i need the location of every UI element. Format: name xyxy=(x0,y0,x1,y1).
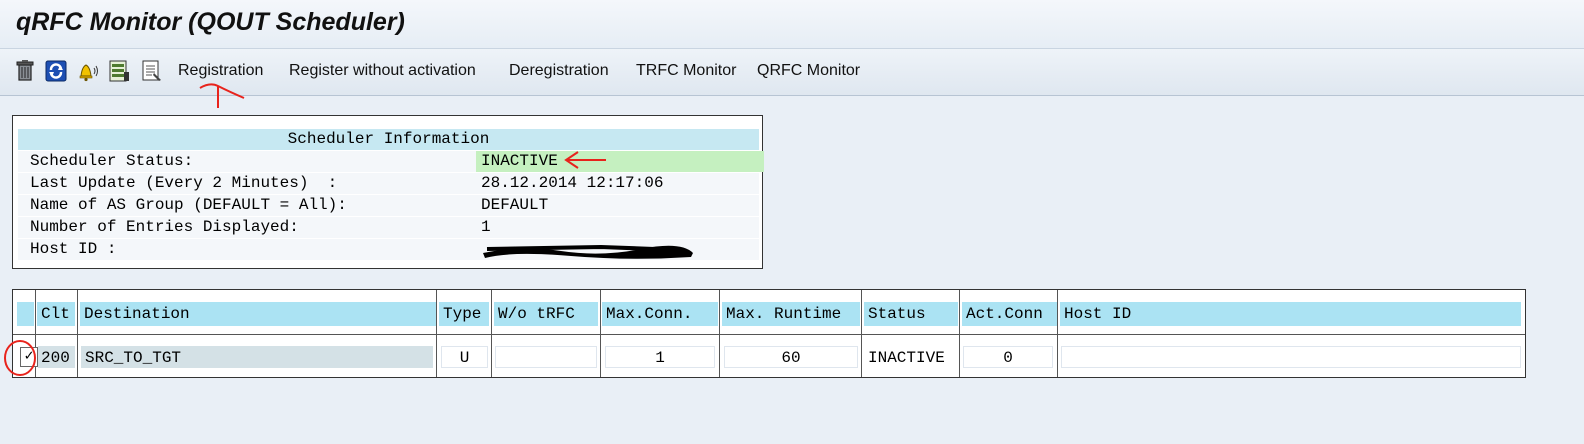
column-header-destination[interactable]: Destination xyxy=(80,302,436,326)
window-title: qRFC Monitor (QOUT Scheduler) xyxy=(16,8,405,36)
annotation-arrow-status xyxy=(564,151,606,169)
refresh-icon[interactable] xyxy=(43,58,69,84)
column-header-wo-trfc[interactable]: W/o tRFC xyxy=(494,302,598,326)
cell-destination[interactable]: SRC_TO_TGT xyxy=(81,346,433,368)
alert-bell-icon[interactable] xyxy=(74,58,100,84)
as-group-value: DEFAULT xyxy=(481,196,549,214)
annotation-arrow-registration xyxy=(199,83,245,108)
column-header-host-id[interactable]: Host ID xyxy=(1060,302,1521,326)
as-group-label: Name of AS Group (DEFAULT = All): xyxy=(30,196,347,214)
entries-displayed-label: Number of Entries Displayed: xyxy=(30,218,299,236)
cell-status: INACTIVE xyxy=(865,346,957,368)
select-column-header[interactable] xyxy=(17,302,34,326)
list-detail-icon[interactable] xyxy=(106,58,132,84)
cell-type[interactable]: U xyxy=(441,346,488,368)
registration-button[interactable]: Registration xyxy=(178,62,263,80)
host-id-row: Host ID : xyxy=(18,239,759,260)
column-header-status[interactable]: Status xyxy=(864,302,958,326)
cell-wo-trfc[interactable] xyxy=(495,346,597,368)
document-icon[interactable] xyxy=(139,58,165,84)
cell-max-runtime[interactable]: 60 xyxy=(724,346,858,368)
last-update-label: Last Update (Every 2 Minutes) : xyxy=(30,174,338,192)
as-group-row: Name of AS Group (DEFAULT = All): DEFAUL… xyxy=(18,195,759,216)
column-header-type[interactable]: Type xyxy=(439,302,489,326)
redaction-scribble xyxy=(483,244,693,259)
register-without-activation-button[interactable]: Register without activation xyxy=(289,62,476,80)
scheduler-status-label: Scheduler Status: xyxy=(30,152,194,170)
scheduler-status-value: INACTIVE xyxy=(476,151,764,172)
annotation-circle-checkbox xyxy=(4,340,36,376)
last-update-row: Last Update (Every 2 Minutes) : 28.12.20… xyxy=(18,173,759,194)
title-bar: qRFC Monitor (QOUT Scheduler) xyxy=(0,0,1584,49)
column-header-max-runtime[interactable]: Max. Runtime xyxy=(722,302,860,326)
cell-host-id[interactable] xyxy=(1061,346,1521,368)
cell-act-conn[interactable]: 0 xyxy=(963,346,1053,368)
trfc-monitor-button[interactable]: TRFC Monitor xyxy=(636,62,736,80)
last-update-value: 28.12.2014 12:17:06 xyxy=(481,174,664,192)
qrfc-monitor-button[interactable]: QRFC Monitor xyxy=(757,62,860,80)
cell-max-conn[interactable]: 1 xyxy=(605,346,715,368)
entries-displayed-value: 1 xyxy=(481,218,491,236)
cell-clt: 200 xyxy=(38,346,75,368)
scheduler-status-row: Scheduler Status: INACTIVE xyxy=(18,151,764,172)
column-header-clt[interactable]: Clt xyxy=(37,302,75,326)
column-header-max-conn[interactable]: Max.Conn. xyxy=(602,302,718,326)
host-id-label: Host ID : xyxy=(30,240,117,258)
trash-icon[interactable] xyxy=(12,58,38,84)
destination-table: Clt Destination Type W/o tRFC Max.Conn. … xyxy=(12,289,1526,378)
column-header-act-conn[interactable]: Act.Conn xyxy=(962,302,1057,326)
deregistration-button[interactable]: Deregistration xyxy=(509,62,609,80)
scheduler-info-panel: Scheduler Information Scheduler Status: … xyxy=(12,115,764,269)
scheduler-info-header: Scheduler Information xyxy=(18,129,759,150)
entries-displayed-row: Number of Entries Displayed: 1 xyxy=(18,217,759,238)
